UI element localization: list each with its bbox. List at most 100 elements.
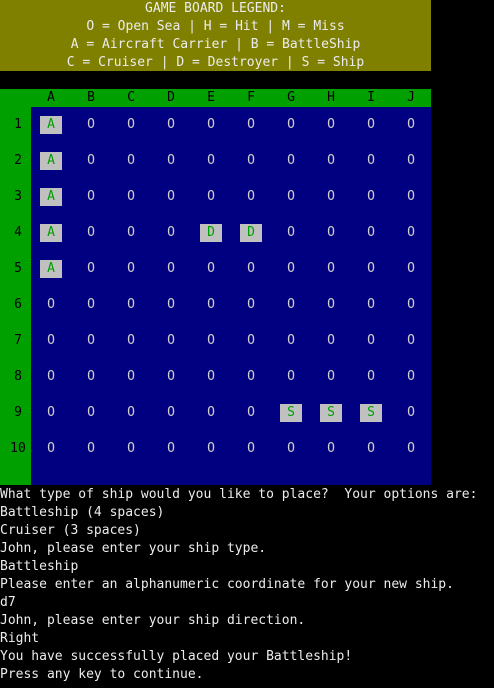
cell-marker: O	[207, 153, 215, 168]
console-line: John, please enter your ship type.	[0, 541, 267, 556]
cell-marker: O	[87, 225, 95, 240]
row-header-8: 8	[14, 369, 22, 384]
board-cell: O	[391, 260, 431, 278]
column-header-f: F	[247, 90, 255, 105]
board-cell: O	[191, 296, 231, 314]
console-line: Please enter an alphanumeric coordinate …	[0, 577, 454, 592]
column-header-row: A B C D E F G H I J	[0, 89, 431, 107]
row-header-4: 4	[14, 225, 22, 240]
console-line: Right	[0, 631, 40, 646]
cell-marker: O	[207, 333, 215, 348]
cell-marker: O	[127, 189, 135, 204]
board-cell: D	[191, 224, 231, 242]
board-cell: O	[71, 404, 111, 422]
console-line: What type of ship would you like to plac…	[0, 487, 478, 502]
board-cell: O	[31, 332, 71, 350]
board-cell: O	[31, 440, 71, 458]
cell-marker: O	[407, 405, 415, 420]
board-cell: O	[231, 116, 271, 134]
cell-marker: O	[247, 369, 255, 384]
board-cell: O	[231, 404, 271, 422]
board-cell: O	[71, 116, 111, 134]
column-header-g: G	[287, 90, 295, 105]
column-header-i: I	[367, 90, 375, 105]
cell-marker: A	[40, 152, 62, 170]
board-cell: O	[391, 404, 431, 422]
cell-marker: O	[87, 117, 95, 132]
cell-marker: O	[407, 441, 415, 456]
cell-marker: O	[407, 189, 415, 204]
board-cell: O	[231, 296, 271, 314]
cell-marker: O	[87, 333, 95, 348]
game-board: A B C D E F G H I J 1 2 3 4 5 6 7 8 9 10 A O O O O O O O O O A O O O O O O…	[0, 89, 431, 485]
board-cell: O	[191, 368, 231, 386]
cell-marker: O	[367, 333, 375, 348]
board-cell: O	[151, 260, 191, 278]
cell-marker: O	[207, 441, 215, 456]
board-cell: O	[71, 224, 111, 242]
cell-marker: O	[167, 405, 175, 420]
board-cell: O	[151, 332, 191, 350]
cell-marker: O	[167, 441, 175, 456]
row-header-5: 5	[14, 261, 22, 276]
cell-marker: O	[407, 297, 415, 312]
board-cell: O	[311, 296, 351, 314]
board-cell: A	[31, 224, 71, 242]
cell-marker: O	[87, 189, 95, 204]
board-cell: O	[151, 296, 191, 314]
board-cell: O	[111, 188, 151, 206]
cell-marker: O	[407, 261, 415, 276]
cell-marker: O	[287, 261, 295, 276]
cell-marker: O	[47, 369, 55, 384]
cell-marker: O	[167, 369, 175, 384]
cell-marker: O	[87, 153, 95, 168]
row-header-9: 9	[14, 405, 22, 420]
cell-marker: O	[407, 333, 415, 348]
cell-marker: O	[367, 117, 375, 132]
cell-marker: O	[367, 441, 375, 456]
cell-marker: S	[320, 404, 342, 422]
board-cell: O	[191, 116, 231, 134]
console-line: You have successfully placed your Battle…	[0, 649, 353, 664]
console-line: Battleship	[0, 559, 79, 574]
cell-marker: O	[327, 441, 335, 456]
board-cell: O	[71, 368, 111, 386]
cell-marker: O	[327, 333, 335, 348]
board-cell: O	[271, 224, 311, 242]
cell-marker: O	[247, 117, 255, 132]
row-header-7: 7	[14, 333, 22, 348]
board-cell: O	[231, 188, 271, 206]
cell-marker: O	[287, 333, 295, 348]
board-cell: O	[191, 332, 231, 350]
board-cell: D	[231, 224, 271, 242]
board-cell: O	[391, 296, 431, 314]
row-header-3: 3	[14, 189, 22, 204]
cell-marker: O	[47, 333, 55, 348]
board-cell: O	[111, 152, 151, 170]
cell-marker: O	[407, 153, 415, 168]
board-cell: O	[391, 440, 431, 458]
column-header-c: C	[127, 90, 135, 105]
cell-marker: O	[207, 297, 215, 312]
board-cell: O	[231, 368, 271, 386]
cell-marker: O	[327, 153, 335, 168]
column-header-d: D	[167, 90, 175, 105]
board-cell: O	[391, 332, 431, 350]
board-cell: O	[351, 116, 391, 134]
board-cell: O	[271, 260, 311, 278]
console-line: Cruiser (3 spaces)	[0, 523, 141, 538]
board-cell: O	[391, 188, 431, 206]
board-cell: O	[111, 296, 151, 314]
legend-line-cruiser-destroyer-ship: C = Cruiser | D = Destroyer | S = Ship	[66, 55, 365, 70]
cell-marker: O	[207, 189, 215, 204]
board-cell: O	[391, 224, 431, 242]
board-cell: O	[111, 332, 151, 350]
cell-marker: O	[367, 261, 375, 276]
cell-marker: O	[127, 369, 135, 384]
board-cell: O	[231, 260, 271, 278]
board-cell: O	[111, 260, 151, 278]
board-cell: O	[151, 440, 191, 458]
board-cell: O	[271, 440, 311, 458]
cell-marker: O	[407, 369, 415, 384]
cell-marker: O	[367, 189, 375, 204]
